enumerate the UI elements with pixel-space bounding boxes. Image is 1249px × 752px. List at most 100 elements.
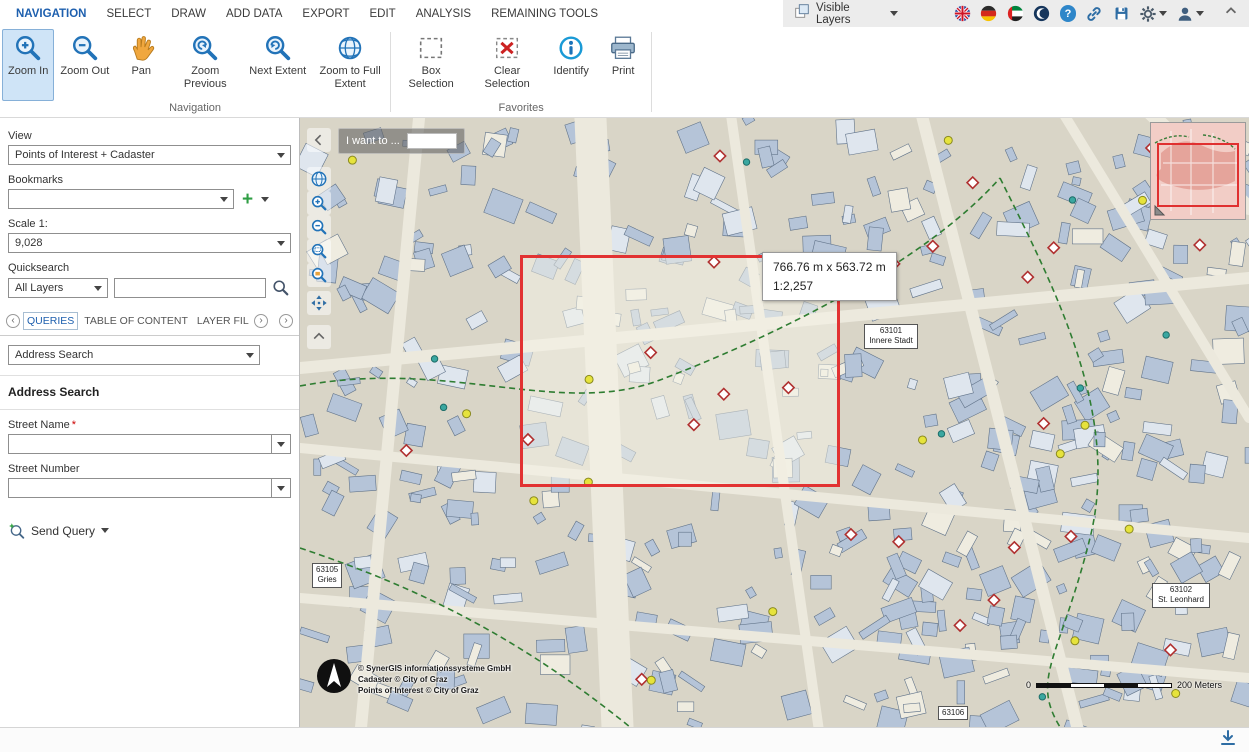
user-account-button[interactable] xyxy=(1176,5,1204,23)
menu-tab-export[interactable]: EXPORT xyxy=(292,8,359,20)
tool-print[interactable]: Print xyxy=(597,29,649,101)
menu-tab-remaining-tools[interactable]: REMAINING TOOLS xyxy=(481,8,608,20)
copyright-line: Points of Interest © City of Graz xyxy=(358,685,479,695)
menu-tab-edit[interactable]: EDIT xyxy=(360,8,406,20)
download-icon[interactable] xyxy=(1219,729,1237,752)
view-select[interactable]: Points of Interest + Cadaster xyxy=(8,145,291,165)
send-query-button[interactable]: Send Query xyxy=(8,522,291,539)
tab-layer-filter[interactable]: LAYER FIL xyxy=(194,313,251,329)
next-extent-icon xyxy=(265,36,290,61)
zoom-previous-icon xyxy=(193,36,218,61)
district-name: Gries xyxy=(317,575,337,585)
collapse-ribbon-button[interactable] xyxy=(1223,3,1239,24)
quicksearch-layer-value: All Layers xyxy=(15,282,64,294)
map-toolbar-collapse-button[interactable] xyxy=(307,325,331,349)
language-arabic-flag-icon[interactable] xyxy=(1006,5,1024,23)
identify-info-icon xyxy=(559,36,583,60)
tool-label: Box Selection xyxy=(408,65,454,91)
street-number-dropdown-button[interactable] xyxy=(271,478,291,498)
menu-tab-analysis[interactable]: ANALYSIS xyxy=(406,8,481,20)
divider xyxy=(0,409,299,410)
map-tool-zoom-in[interactable] xyxy=(307,191,331,215)
i-want-to-widget[interactable]: I want to ... xyxy=(338,128,465,154)
map-tool-zoom-selection[interactable] xyxy=(307,263,331,287)
zoom-out-icon xyxy=(311,219,327,235)
bookmark-options-button[interactable] xyxy=(261,196,270,202)
add-bookmark-icon[interactable]: + xyxy=(240,190,255,209)
chevron-down-icon xyxy=(890,11,899,16)
quicksearch-label: Quicksearch xyxy=(8,262,70,274)
tool-zoom-in[interactable]: Zoom In xyxy=(2,29,55,101)
district-code: 63105 xyxy=(316,565,339,574)
tab-scroll-right-button[interactable]: › xyxy=(254,314,268,328)
map-view[interactable]: I want to ... 766.76 m x 563.72 m 1:2,25… xyxy=(300,118,1249,727)
tool-zoom-out[interactable]: Zoom Out xyxy=(54,29,115,101)
map-tool-full-extent[interactable] xyxy=(307,167,331,191)
overview-map[interactable] xyxy=(1150,122,1246,220)
map-toolbar xyxy=(306,128,332,349)
quicksearch-search-button[interactable] xyxy=(272,277,291,299)
tab-overflow-button[interactable]: › xyxy=(279,314,293,328)
selection-measure-tooltip: 766.76 m x 563.72 m 1:2,257 xyxy=(762,252,897,302)
i-want-to-input[interactable] xyxy=(406,133,457,149)
tool-pan[interactable]: Pan xyxy=(115,29,167,101)
district-name: Innere Stadt xyxy=(869,336,913,346)
layers-icon xyxy=(793,2,811,25)
tool-zoom-full-extent[interactable]: Zoom to Full Extent xyxy=(312,29,388,101)
save-icon[interactable] xyxy=(1112,5,1130,23)
globe-icon xyxy=(311,171,327,187)
gear-icon xyxy=(1140,5,1156,22)
copyright-line: Cadaster © City of Graz xyxy=(358,674,448,684)
chevron-down-icon xyxy=(93,285,102,291)
street-name-label-text: Street Name xyxy=(8,419,70,431)
chevron-down-icon xyxy=(246,352,254,358)
share-link-icon[interactable] xyxy=(1085,5,1103,23)
language-german-flag-icon[interactable] xyxy=(980,5,998,23)
tool-box-selection[interactable]: Box Selection xyxy=(393,29,469,101)
scale-select[interactable]: 9,028 xyxy=(8,233,291,253)
zoom-selection-icon xyxy=(311,267,327,283)
quicksearch-layer-select[interactable]: All Layers xyxy=(8,278,108,298)
map-tool-pan[interactable] xyxy=(307,291,331,315)
tab-scroll-left-button[interactable]: ‹ xyxy=(6,314,20,328)
sidebar-tab-strip: ‹ QUERIES TABLE OF CONTENT LAYER FIL › › xyxy=(0,312,299,336)
tool-zoom-previous[interactable]: Zoom Previous xyxy=(167,29,243,101)
chevron-down-icon xyxy=(1195,11,1204,16)
send-query-label: Send Query xyxy=(31,523,96,538)
district-name: St. Leonhard xyxy=(1158,595,1204,605)
menu-bar: NAVIGATION SELECT DRAW ADD DATA EXPORT E… xyxy=(0,0,1249,27)
i-want-to-label: I want to ... xyxy=(346,135,400,147)
visible-layers-dropdown[interactable]: Visible Layers xyxy=(793,2,899,26)
language-english-flag-icon[interactable] xyxy=(953,5,971,23)
bookmarks-select[interactable] xyxy=(8,189,234,209)
overview-extent-rectangle[interactable] xyxy=(1157,143,1239,207)
menu-tab-add-data[interactable]: ADD DATA xyxy=(216,8,292,20)
tool-next-extent[interactable]: Next Extent xyxy=(243,29,312,101)
settings-gear-button[interactable] xyxy=(1139,5,1167,23)
street-number-input[interactable] xyxy=(8,478,271,498)
map-tool-zoom-box[interactable] xyxy=(307,239,331,263)
ribbon-group-navigation: Zoom In Zoom Out Pan Zoom Previous Next … xyxy=(0,27,390,117)
selection-scale: 1:2,257 xyxy=(773,278,814,293)
help-icon[interactable]: ? xyxy=(1059,5,1077,22)
street-name-dropdown-button[interactable] xyxy=(271,434,291,454)
menu-tab-navigation[interactable]: NAVIGATION xyxy=(6,8,97,20)
tool-clear-selection[interactable]: Clear Selection xyxy=(469,29,545,101)
street-name-input[interactable] xyxy=(8,434,271,454)
map-tool-zoom-out[interactable] xyxy=(307,215,331,239)
collapse-sidebar-button[interactable] xyxy=(307,128,331,152)
quicksearch-input[interactable] xyxy=(113,278,266,298)
view-label: View xyxy=(8,130,32,142)
tab-queries[interactable]: QUERIES xyxy=(23,312,79,330)
tab-table-of-content[interactable]: TABLE OF CONTENT xyxy=(81,313,191,329)
menu-tab-draw[interactable]: DRAW xyxy=(161,8,216,20)
night-mode-moon-icon[interactable] xyxy=(1033,5,1051,23)
scalebar-end-label: 200 Meters xyxy=(1177,680,1223,690)
chevron-up-icon xyxy=(313,332,325,340)
overview-resize-handle[interactable] xyxy=(1153,204,1166,217)
query-type-select[interactable]: Address Search xyxy=(8,345,260,365)
tool-label: Zoom Out xyxy=(60,65,110,77)
menu-tab-select[interactable]: SELECT xyxy=(97,8,162,20)
tool-identify[interactable]: Identify xyxy=(545,29,597,101)
bottom-bar xyxy=(0,727,1249,752)
